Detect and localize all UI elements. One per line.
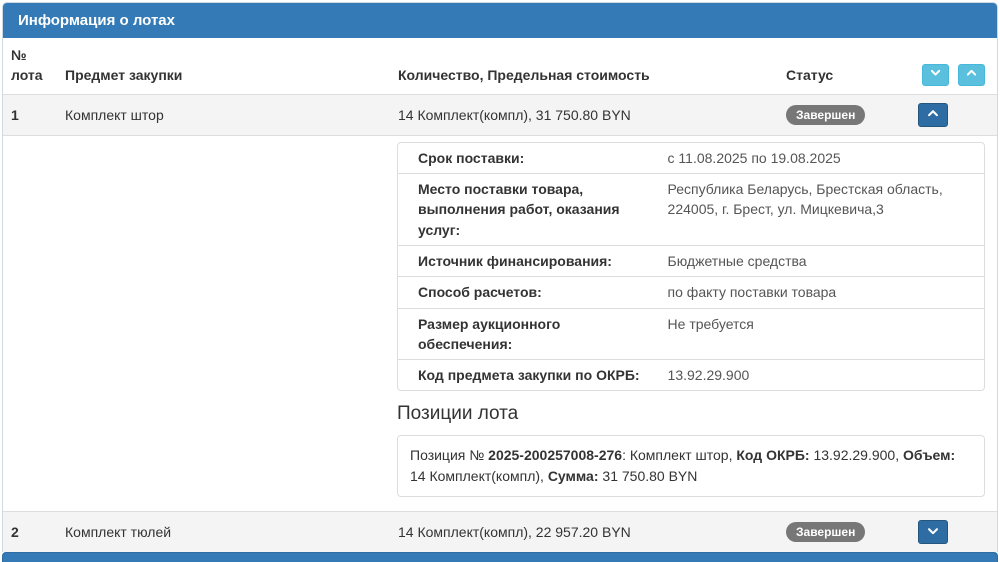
detail-label: Способ расчетов: [398, 277, 668, 307]
lot-actions-cell [910, 512, 997, 553]
lot-number: 2 [3, 512, 57, 553]
detail-value: с 11.08.2025 по 19.08.2025 [668, 143, 984, 173]
detail-row-payment-method: Способ расчетов: по факту поставки товар… [398, 276, 984, 307]
expand-all-button[interactable] [922, 64, 949, 86]
detail-row-auction-security: Размер аукционного обеспечения: Не требу… [398, 308, 984, 360]
position-volume-label: Объем: [903, 447, 955, 463]
lots-panel: Информация о лотах № лота Предмет закупк… [2, 2, 998, 552]
position-sum-label: Сумма: [548, 468, 599, 484]
lot-details-table: Срок поставки: с 11.08.2025 по 19.08.202… [397, 142, 985, 392]
chevron-down-icon [929, 65, 942, 85]
next-panel-header-strip [2, 552, 998, 562]
position-volume-value: 14 Комплект(компл), [410, 468, 548, 484]
status-badge: Завершен [786, 522, 865, 542]
column-header-quantity: Количество, Предельная стоимость [390, 38, 778, 94]
position-okrb-value: 13.92.29.900, [810, 447, 903, 463]
lot-row-2: 2 Комплект тюлей 14 Комплект(компл), 22 … [3, 512, 997, 553]
position-number: 2025-200257008-276 [488, 447, 622, 463]
column-header-lot-number: № лота [3, 38, 57, 94]
detail-value: Республика Беларусь, Брестская область, … [668, 174, 984, 245]
collapse-lot-1-button[interactable] [918, 103, 948, 127]
detail-row-funding-source: Источник финансирования: Бюджетные средс… [398, 245, 984, 276]
lot-quantity: 14 Комплект(компл), 22 957.20 BYN [390, 512, 778, 553]
expand-lot-2-button[interactable] [918, 520, 948, 544]
detail-label: Источник финансирования: [398, 246, 668, 276]
lot-row-1: 1 Комплект штор 14 Комплект(компл), 31 7… [3, 94, 997, 135]
table-header-actions [910, 38, 997, 94]
page: Информация о лотах № лота Предмет закупк… [0, 0, 1000, 562]
lot-subject: Комплект тюлей [57, 512, 390, 553]
lot-1-details-row: Срок поставки: с 11.08.2025 по 19.08.202… [3, 135, 997, 512]
column-header-subject: Предмет закупки [57, 38, 390, 94]
column-header-status: Статус [778, 38, 910, 94]
position-item: Позиция № 2025-200257008-276: Комплект ш… [397, 435, 985, 497]
chevron-down-icon [926, 524, 940, 541]
detail-row-delivery-period: Срок поставки: с 11.08.2025 по 19.08.202… [398, 143, 984, 173]
lot-1-details-cell: Срок поставки: с 11.08.2025 по 19.08.202… [3, 135, 997, 512]
lot-quantity: 14 Комплект(компл), 31 750.80 BYN [390, 94, 778, 135]
position-prefix: Позиция № [410, 447, 488, 463]
positions-heading: Позиции лота [397, 403, 985, 425]
lot-number: 1 [3, 94, 57, 135]
detail-label: Код предмета закупки по ОКРБ: [398, 360, 668, 390]
detail-label: Размер аукционного обеспечения: [398, 309, 668, 360]
chevron-up-icon [965, 65, 978, 85]
lot-status-cell: Завершен [778, 512, 910, 553]
panel-title: Информация о лотах [18, 12, 175, 29]
detail-row-delivery-place: Место поставки товара, выполнения работ,… [398, 173, 984, 245]
detail-value: Не требуется [668, 309, 984, 360]
detail-value: Бюджетные средства [668, 246, 984, 276]
position-okrb-label: Код ОКРБ: [736, 447, 809, 463]
position-sum-value: 31 750.80 BYN [599, 468, 698, 484]
lot-status-cell: Завершен [778, 94, 910, 135]
lot-actions-cell [910, 94, 997, 135]
detail-label: Срок поставки: [398, 143, 668, 173]
status-badge: Завершен [786, 105, 865, 125]
detail-value: 13.92.29.900 [668, 360, 984, 390]
panel-header: Информация о лотах [3, 3, 997, 38]
chevron-up-icon [926, 106, 940, 123]
lot-subject: Комплект штор [57, 94, 390, 135]
position-subject: : Комплект штор, [622, 447, 736, 463]
lots-table: № лота Предмет закупки Количество, Преде… [3, 38, 997, 552]
detail-row-okrb-code: Код предмета закупки по ОКРБ: 13.92.29.9… [398, 359, 984, 390]
detail-value: по факту поставки товара [668, 277, 984, 307]
collapse-all-button[interactable] [958, 64, 985, 86]
detail-label: Место поставки товара, выполнения работ,… [398, 174, 668, 245]
table-header-row: № лота Предмет закупки Количество, Преде… [3, 38, 997, 94]
